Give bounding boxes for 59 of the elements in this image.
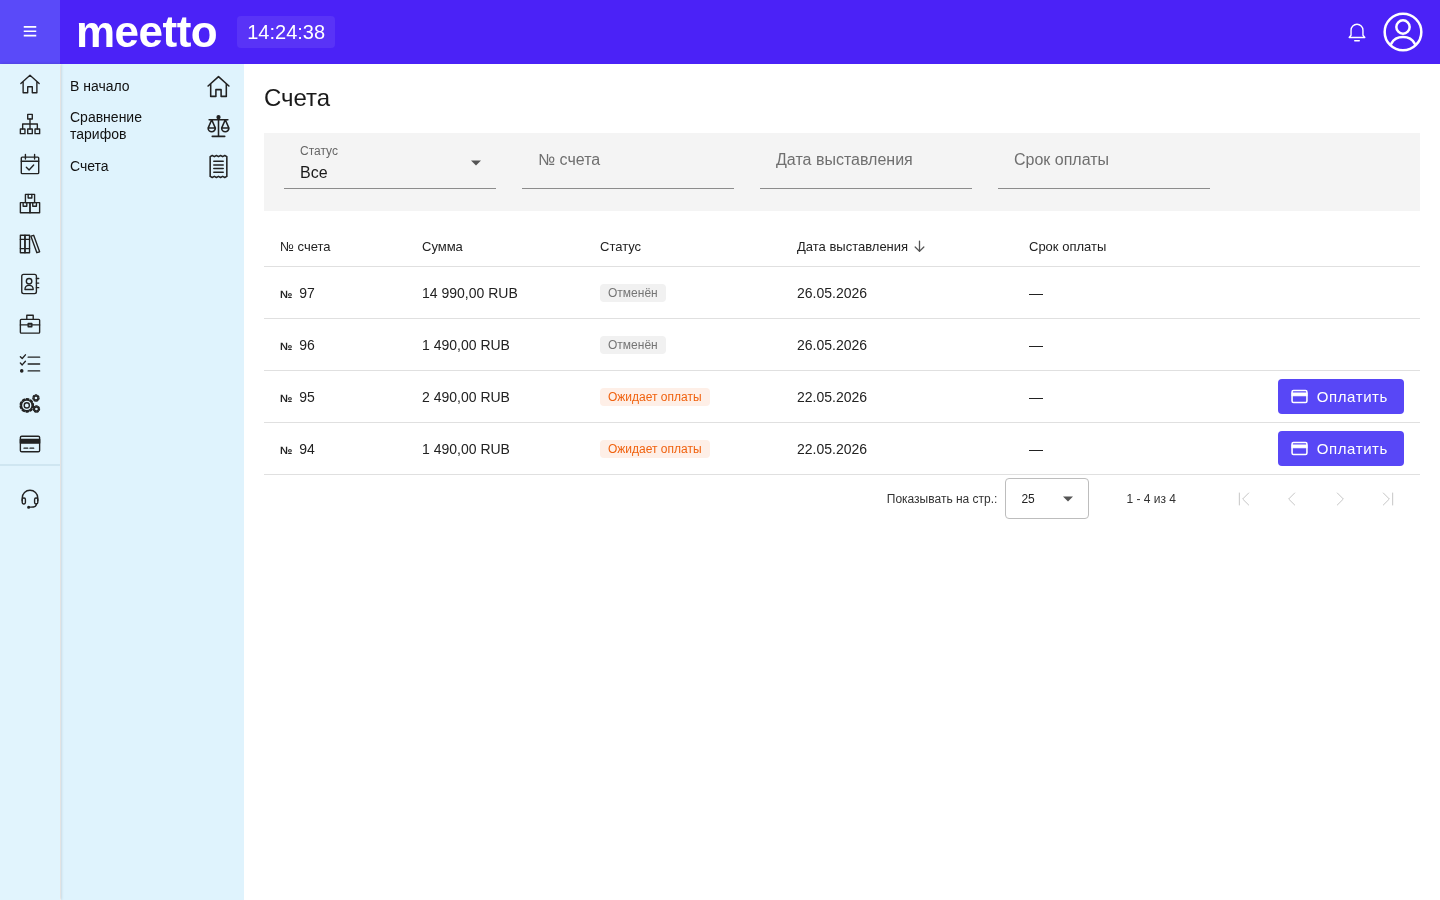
sitemap-icon[interactable] [19, 113, 41, 135]
credit-card-icon [1290, 440, 1308, 457]
column-header[interactable]: Дата выставления [797, 238, 909, 254]
status-badge: Отменён [600, 335, 666, 354]
checklist-icon[interactable] [19, 353, 41, 375]
column-header[interactable]: № счета [280, 238, 331, 254]
sidebar-item[interactable]: В начало [61, 66, 244, 106]
credit-card-icon[interactable] [19, 433, 41, 455]
issue-date: 22.05.2026 [797, 440, 869, 457]
page-size-label: Показывать на стр.: [886, 491, 998, 506]
home-icon [206, 73, 231, 99]
due-date: — [1029, 336, 1044, 353]
invoice-number: № 96 [280, 336, 316, 353]
page-size-select[interactable]: 25 [1005, 478, 1090, 519]
status-badge: Отменён [600, 283, 666, 302]
amount-text: 14 990,00 RUB [422, 284, 519, 301]
boxes-icon[interactable] [19, 193, 41, 215]
status-badge: Ожидает оплаты [600, 387, 710, 406]
gears-icon[interactable] [19, 393, 41, 415]
column-header[interactable]: Статус [600, 238, 642, 254]
due-date: — [1029, 284, 1044, 301]
sidebar-item[interactable]: Сравнение тарифов [61, 106, 244, 146]
clock-display: 14:24:38 [237, 16, 336, 48]
issue-date: 26.05.2026 [797, 336, 869, 353]
credit-card-icon [1290, 388, 1308, 405]
filter-input[interactable]: Дата выставления [760, 138, 972, 189]
due-date: — [1029, 388, 1044, 405]
calendar-check-icon[interactable] [19, 153, 41, 175]
account-icon[interactable] [1383, 12, 1423, 52]
home-icon[interactable] [19, 73, 41, 95]
books-icon[interactable] [19, 233, 41, 255]
headset-icon[interactable] [19, 487, 41, 509]
invoice-number: № 94 [280, 440, 316, 457]
sort-arrow-icon[interactable] [913, 239, 927, 253]
invoice-number: № 97 [280, 284, 316, 301]
contact-book-icon[interactable] [19, 273, 41, 295]
amount-text: 1 490,00 RUB [422, 440, 511, 457]
pay-button[interactable]: Оплатить [1277, 431, 1404, 466]
receipt-icon [206, 153, 231, 179]
status-badge: Ожидает оплаты [600, 439, 710, 458]
filter-input[interactable]: № счета [522, 138, 734, 189]
due-date: — [1029, 440, 1044, 457]
column-header[interactable]: Сумма [422, 238, 463, 254]
scales-icon [206, 113, 231, 139]
page-title: Счета [264, 84, 332, 112]
amount-text: 2 490,00 RUB [422, 388, 511, 405]
issue-date: 22.05.2026 [797, 388, 869, 405]
page-range-text: 1 - 4 из 4 [1126, 491, 1176, 506]
logo: meetto [76, 10, 218, 54]
sidebar-item[interactable]: Счета [61, 146, 244, 186]
amount-text: 1 490,00 RUB [422, 336, 511, 353]
pay-button[interactable]: Оплатить [1277, 379, 1404, 414]
column-header[interactable]: Срок оплаты [1029, 238, 1107, 254]
briefcase-icon[interactable] [19, 313, 41, 335]
filter-input[interactable]: Срок оплаты [998, 138, 1210, 189]
status-select[interactable]: Статус Все [284, 138, 496, 189]
issue-date: 26.05.2026 [797, 284, 869, 301]
invoice-number: № 95 [280, 388, 316, 405]
bell-icon[interactable] [1346, 21, 1368, 43]
